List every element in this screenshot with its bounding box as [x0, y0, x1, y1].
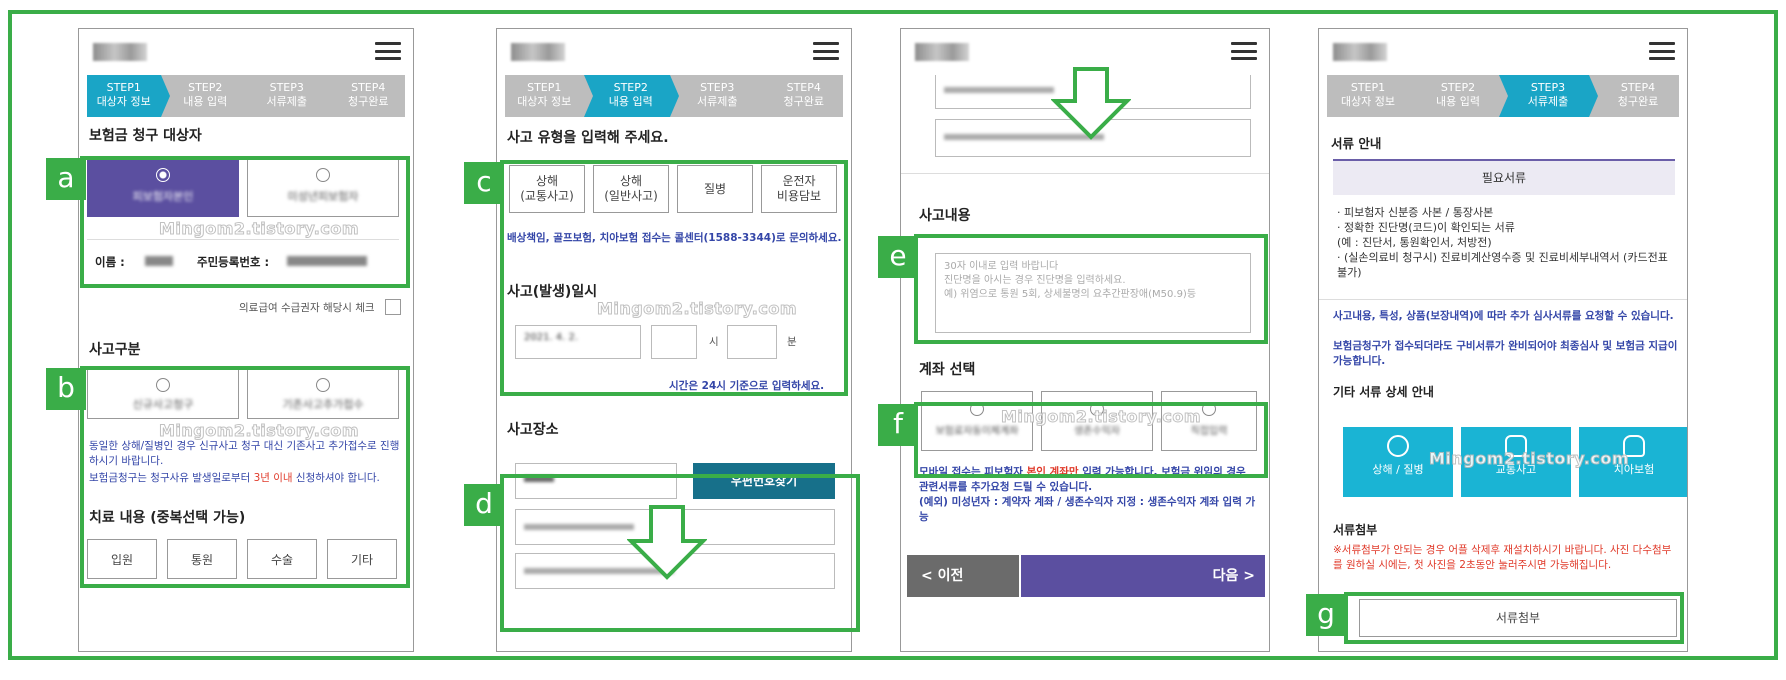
step-indicator: STEP1 대상자 정보 STEP2 내용 입력 STEP3 서류제출 STEP4 청구…: [1327, 75, 1679, 117]
menu-icon[interactable]: [1231, 42, 1257, 60]
claim-target-title: 보험금 청구 대상자: [89, 128, 202, 144]
highlight-box-g: [1344, 592, 1684, 644]
highlight-box-a: [80, 156, 410, 288]
highlight-box-b: [80, 366, 410, 588]
step-2: STEP2 내용 입력: [1409, 75, 1508, 117]
heart-icon: [1387, 435, 1409, 457]
required-docs-header: 필요서류: [1333, 159, 1675, 195]
step-4: STEP4 청구완료: [323, 75, 405, 117]
company-logo: [93, 43, 147, 61]
required-docs-list: · 피보험자 신분증 사본 / 통장사본 · 정확한 진단명(코드)이 확인되는…: [1337, 206, 1668, 279]
highlight-box-e: [914, 234, 1268, 344]
content-title: 사고내용: [919, 208, 971, 224]
divider: [1319, 299, 1687, 300]
next-button[interactable]: 다음 >: [1021, 555, 1265, 597]
label-d: d: [464, 484, 504, 526]
step-indicator: STEP1 대상자 정보 STEP2 내용 입력 STEP3 서류제출 STEP4 청구…: [87, 75, 405, 117]
label-c: c: [464, 162, 504, 204]
step-3: STEP3 서류제출: [242, 75, 332, 117]
prev-button[interactable]: < 이전: [907, 555, 1019, 597]
step-1: STEP1 대상자 정보: [1327, 75, 1418, 117]
menu-icon[interactable]: [813, 42, 839, 60]
step-1: STEP1 대상자 정보: [505, 75, 592, 117]
medical-checkbox[interactable]: [385, 299, 401, 315]
top-bar: [497, 29, 851, 75]
extra-docs-notice: 사고내용, 특성, 상품(보장내역)에 따라 추가 심사서류를 요청할 수 있습…: [1333, 310, 1674, 322]
accident-type-title: 사고구분: [89, 342, 141, 358]
divider: [901, 173, 1269, 174]
menu-icon[interactable]: [375, 42, 401, 60]
company-logo: [511, 43, 565, 61]
step-3: STEP3 서류제출: [1499, 75, 1598, 117]
label-a: a: [46, 158, 86, 200]
top-bar: [79, 29, 413, 75]
medical-check-label: 의료급여 수급권자 해당시 체크: [239, 302, 375, 314]
step-indicator: STEP1 대상자 정보 STEP2 내용 입력 STEP3 서류제출 STEP4 청구…: [505, 75, 843, 117]
highlight-box-c: [500, 160, 848, 396]
top-bar: [1319, 29, 1687, 75]
step-4: STEP4 청구완료: [1589, 75, 1679, 117]
highlight-box-f: [914, 402, 1268, 478]
label-b: b: [46, 368, 86, 410]
company-logo: [1333, 43, 1387, 61]
final-review-notice: 보험금청구가 접수되더라도 구비서류가 완비되어야 최종심사 및 보험금 지급이…: [1333, 340, 1678, 367]
company-logo: [915, 43, 969, 61]
step-4: STEP4 청구완료: [756, 75, 843, 117]
watermark: Mingom2.tistory.com: [1429, 449, 1630, 469]
attach-notice: ※서류첨부가 안되는 경우 어플 삭제후 재설치하시기 바랍니다. 사진 다수첨…: [1333, 544, 1672, 571]
menu-icon[interactable]: [1649, 42, 1675, 60]
other-docs-title: 기타 서류 상세 안내: [1333, 385, 1434, 399]
place-title: 사고장소: [507, 422, 559, 438]
step-1: STEP1 대상자 정보: [87, 75, 169, 117]
highlight-box-d: [500, 474, 860, 632]
attach-title: 서류첨부: [1333, 523, 1378, 537]
label-e: e: [878, 236, 918, 278]
step-3: STEP3 서류제출: [670, 75, 765, 117]
down-arrow-icon: [1051, 67, 1131, 140]
account-exception-notice: (예외) 미성년자 : 계약자 계좌 / 생존수익자 지정 : 생존수익자 계좌…: [919, 496, 1256, 523]
step-2: STEP2 내용 입력: [160, 75, 251, 117]
accident-type-title: 사고 유형을 입력해 주세요.: [507, 130, 669, 146]
label-f: f: [878, 404, 918, 446]
step-2: STEP2 내용 입력: [583, 75, 679, 117]
doc-guide-title: 서류 안내: [1331, 136, 1382, 151]
label-g: g: [1306, 594, 1346, 636]
account-title: 계좌 선택: [919, 362, 976, 378]
phone-step3: STEP1 대상자 정보 STEP2 내용 입력 STEP3 서류제출 STEP4 청구…: [1318, 28, 1688, 652]
